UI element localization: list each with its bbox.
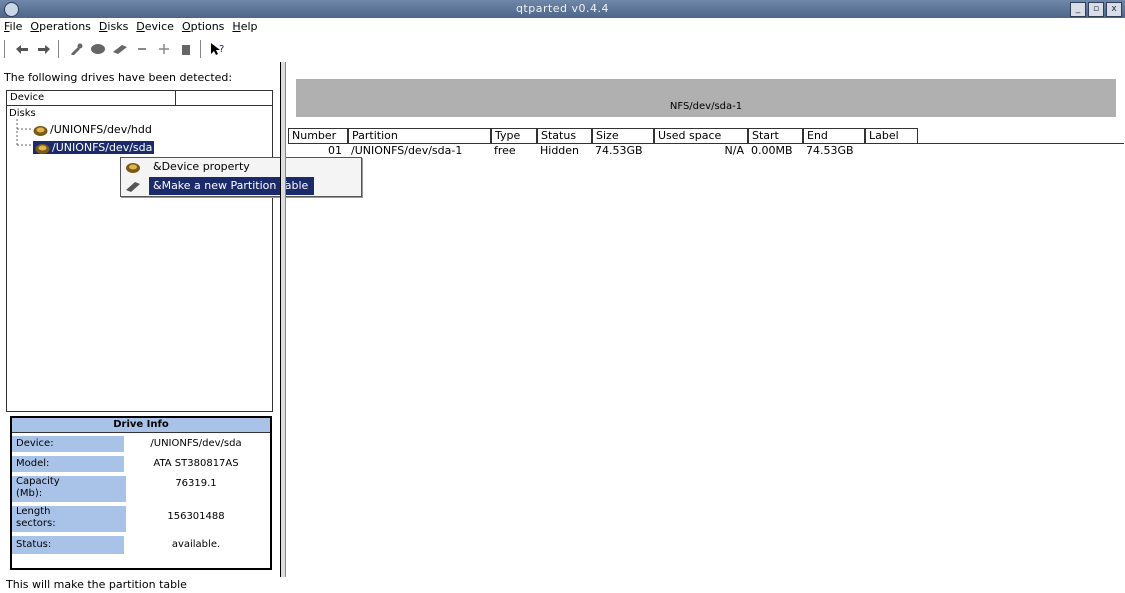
resize-icon[interactable] bbox=[90, 42, 106, 56]
cell-size: 74.53GB bbox=[595, 144, 643, 157]
cell-partition: /UNIONFS/dev/sda-1 bbox=[351, 144, 463, 157]
tree-header: Device bbox=[7, 91, 272, 106]
drive-info-panel: Drive Info Device: /UNIONFS/dev/sda Mode… bbox=[10, 416, 272, 570]
disk-icon bbox=[33, 124, 48, 137]
column-header-start[interactable]: Start bbox=[748, 128, 803, 143]
disk-icon bbox=[35, 142, 50, 155]
context-menu: &Device property &Make a new Partition T… bbox=[120, 157, 362, 197]
table-row[interactable]: 01 /UNIONFS/dev/sda-1 free Hidden 74.53G… bbox=[288, 144, 1124, 158]
cell-number: 01 bbox=[328, 144, 342, 157]
trash-icon[interactable] bbox=[178, 42, 194, 56]
redo-icon[interactable] bbox=[36, 42, 52, 56]
menu-options[interactable]: Options bbox=[182, 20, 224, 36]
drive-info-value: ATA ST380817AS bbox=[153, 458, 239, 469]
tree-item-drive-sda[interactable]: /UNIONFS/dev/sda bbox=[33, 141, 155, 155]
toolbar-separator bbox=[200, 40, 204, 58]
column-header-number[interactable]: Number bbox=[288, 128, 348, 143]
menu-device[interactable]: Device bbox=[136, 20, 174, 36]
drive-info-value: available. bbox=[171, 539, 221, 550]
close-button[interactable]: x bbox=[1106, 2, 1122, 17]
column-header-partition[interactable]: Partition bbox=[348, 128, 491, 143]
undo-icon[interactable] bbox=[14, 42, 30, 56]
new-partition-table-label: &Make a new Partition Table bbox=[149, 177, 315, 195]
detected-drives-label: The following drives have been detected: bbox=[4, 71, 233, 84]
drive-info-key: Length sectors: bbox=[12, 506, 82, 532]
menu-file[interactable]: File bbox=[4, 20, 22, 36]
pane-splitter[interactable] bbox=[280, 62, 286, 577]
status-bar-text: This will make the partition table bbox=[6, 578, 187, 591]
column-header-size[interactable]: Size bbox=[592, 128, 654, 143]
toolbar-separator bbox=[4, 40, 8, 58]
cell-end: 74.53GB bbox=[806, 144, 854, 157]
column-header-label[interactable]: Label bbox=[865, 128, 918, 143]
menu-item-new-partition-table[interactable]: &Make a new Partition Table bbox=[121, 177, 359, 195]
eraser-icon[interactable] bbox=[112, 42, 128, 56]
cell-used-space: N/A bbox=[724, 144, 744, 157]
drive-sda-label: /UNIONFS/dev/sda bbox=[52, 141, 153, 154]
window-title: qtparted v0.4.4 bbox=[515, 2, 610, 15]
drive-info-key: Status: bbox=[12, 536, 124, 554]
drive-info-row: Length sectors: 156301488 bbox=[12, 506, 270, 532]
column-header-type[interactable]: Type bbox=[491, 128, 537, 143]
minimize-button[interactable]: _ bbox=[1070, 2, 1086, 17]
cell-status: Hidden bbox=[540, 144, 580, 157]
tree-header-device[interactable]: Device bbox=[7, 91, 176, 105]
drive-info-row: Device: /UNIONFS/dev/sda bbox=[12, 436, 270, 452]
minus-icon[interactable] bbox=[134, 42, 150, 56]
menu-item-device-property[interactable]: &Device property bbox=[121, 158, 359, 176]
device-tree: Device Disks /UNIONFS/dev/hdd /UNIONFS/d… bbox=[6, 90, 273, 412]
tree-item-drive-hdd[interactable]: /UNIONFS/dev/hdd bbox=[33, 123, 152, 137]
menu-help[interactable]: Help bbox=[232, 20, 257, 36]
partition-graph-label: NFS/dev/sda-1 bbox=[669, 101, 743, 112]
menu-disks[interactable]: Disks bbox=[99, 20, 128, 36]
move-icon[interactable] bbox=[156, 42, 172, 56]
drive-info-key: Model: bbox=[12, 456, 124, 472]
cell-type: free bbox=[494, 144, 516, 157]
whatsthis-icon[interactable]: ? bbox=[210, 42, 226, 56]
drive-info-title: Drive Info bbox=[12, 418, 270, 433]
partition-graph[interactable]: NFS/dev/sda-1 bbox=[296, 79, 1116, 117]
drive-info-value: 76319.1 bbox=[175, 478, 217, 489]
device-property-label: &Device property bbox=[153, 160, 250, 173]
tree-root-disks[interactable]: Disks bbox=[9, 108, 36, 119]
menu-operations[interactable]: Operations bbox=[30, 20, 91, 36]
cell-label bbox=[865, 144, 918, 158]
column-header-status[interactable]: Status bbox=[537, 128, 592, 143]
toolbar: ? bbox=[0, 37, 304, 61]
drive-info-row: Model: ATA ST380817AS bbox=[12, 456, 270, 472]
drive-info-row: Capacity (Mb): 76319.1 bbox=[12, 476, 270, 502]
cell-start: 0.00MB bbox=[751, 144, 793, 157]
disk-icon bbox=[125, 160, 141, 174]
table-header: Number Partition Type Status Size Used s… bbox=[288, 128, 1124, 144]
window-titlebar: qtparted v0.4.4 _ ▫ x bbox=[0, 0, 1125, 18]
menu-bar: File Operations Disks Device Options Hel… bbox=[0, 20, 258, 36]
maximize-button[interactable]: ▫ bbox=[1088, 2, 1104, 17]
eraser-icon bbox=[125, 179, 141, 193]
drive-hdd-label: /UNIONFS/dev/hdd bbox=[50, 123, 152, 136]
drive-info-value: 156301488 bbox=[167, 511, 225, 522]
drive-info-value: /UNIONFS/dev/sda bbox=[150, 438, 242, 449]
toolbar-separator bbox=[58, 40, 62, 58]
svg-text:?: ? bbox=[219, 44, 224, 55]
column-header-used-space[interactable]: Used space bbox=[654, 128, 748, 143]
drive-info-key: Device: bbox=[12, 436, 124, 452]
column-header-end[interactable]: End bbox=[803, 128, 865, 143]
drive-info-row: Status: available. bbox=[12, 536, 270, 554]
tool-icon[interactable] bbox=[68, 42, 84, 56]
drive-info-key: Capacity (Mb): bbox=[12, 476, 82, 502]
